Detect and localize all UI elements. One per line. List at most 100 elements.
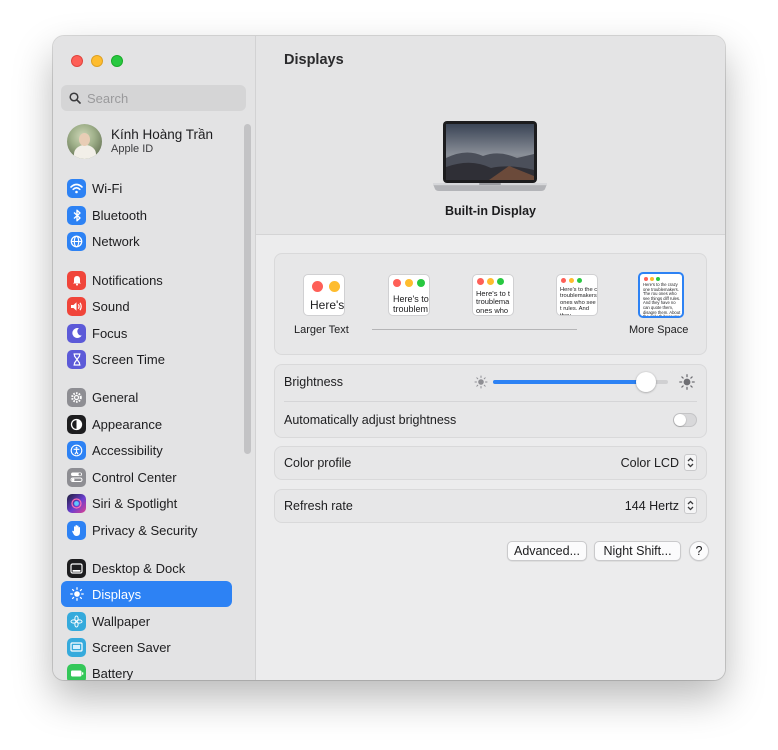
minimize-window-button[interactable]: [91, 55, 103, 67]
sidebar-item-label: Bluetooth: [92, 207, 147, 223]
sidebar-item-desktop-dock[interactable]: Desktop & Dock: [61, 555, 232, 581]
sidebar: Kính Hoàng Trần Apple ID Wi-Fi Bluetooth: [53, 36, 256, 680]
sidebar-scrollbar[interactable]: [244, 124, 251, 454]
resolution-sample-text: Here's: [310, 298, 345, 312]
brightness-slider[interactable]: [493, 372, 668, 392]
chevron-updown-icon: [684, 497, 697, 514]
sidebar-item-label: Privacy & Security: [92, 522, 198, 538]
resolution-option-5-selected[interactable]: Here's to the crazy one troublemakers. T…: [638, 272, 684, 318]
bell-icon: [67, 270, 86, 290]
resolution-sample-text: Here's to troublem: [393, 294, 429, 314]
account-name: Kính Hoàng Trần: [111, 126, 214, 142]
zoom-window-button[interactable]: [111, 55, 123, 67]
sidebar-item-label: Network: [92, 233, 140, 249]
search-input[interactable]: [87, 90, 237, 106]
resolution-option-1[interactable]: Here's: [303, 274, 345, 316]
laptop-display-image[interactable]: [431, 120, 549, 196]
sun-low-icon: [474, 375, 488, 389]
resolution-track: [372, 329, 577, 330]
sun-icon: [67, 585, 86, 604]
sidebar-item-wifi[interactable]: Wi-Fi: [61, 175, 232, 201]
sidebar-item-label: Accessibility: [92, 442, 163, 458]
hand-icon: [67, 520, 86, 540]
search-field[interactable]: [61, 85, 246, 111]
sidebar-item-label: General: [92, 389, 139, 405]
window-controls: [71, 55, 123, 67]
help-button[interactable]: ?: [689, 541, 709, 561]
accessibility-icon: [67, 440, 86, 460]
sidebar-item-label: Screen Saver: [92, 639, 171, 655]
sidebar-item-screen-time[interactable]: Screen Time: [61, 346, 232, 372]
sidebar-item-label: Focus: [92, 325, 128, 341]
appearance-icon: [67, 414, 86, 434]
gear-icon: [67, 387, 86, 407]
sidebar-item-focus[interactable]: Focus: [61, 320, 232, 346]
apple-id-account[interactable]: Kính Hoàng Trần Apple ID: [67, 124, 213, 159]
dock-icon: [67, 558, 86, 578]
color-profile-value: Color LCD: [620, 455, 679, 470]
auto-brightness-label: Automatically adjust brightness: [284, 413, 457, 427]
sidebar-item-battery[interactable]: Battery: [61, 660, 232, 680]
more-space-label: More Space: [629, 324, 689, 336]
sidebar-item-network[interactable]: Network: [61, 228, 232, 254]
resolution-option-2[interactable]: Here's to troublem: [388, 274, 430, 316]
sidebar-item-siri-spotlight[interactable]: Siri & Spotlight: [61, 490, 232, 516]
siri-icon: [67, 493, 86, 513]
search-icon: [69, 92, 81, 104]
sidebar-item-label: Sound: [92, 298, 130, 314]
hourglass-icon: [67, 349, 86, 369]
sidebar-item-privacy-security[interactable]: Privacy & Security: [61, 517, 232, 543]
resolution-option-3[interactable]: Here's to t troublema ones who: [472, 274, 514, 316]
larger-text-label: Larger Text: [294, 324, 349, 336]
screen-saver-icon: [67, 637, 86, 657]
sidebar-item-bluetooth[interactable]: Bluetooth: [61, 202, 232, 228]
sidebar-item-label: Battery: [92, 665, 134, 681]
refresh-rate-label: Refresh rate: [284, 499, 353, 513]
resolution-sample-text: Here's to the crazy one troublemakers. T…: [643, 282, 681, 318]
sidebar-item-control-center[interactable]: Control Center: [61, 464, 232, 490]
close-window-button[interactable]: [71, 55, 83, 67]
sidebar-item-appearance[interactable]: Appearance: [61, 411, 232, 437]
resolution-sample-text: Here's to t troublema ones who: [476, 289, 510, 315]
auto-brightness-toggle[interactable]: [673, 413, 697, 427]
brightness-slider-knob[interactable]: [635, 372, 656, 392]
sidebar-item-wallpaper[interactable]: Wallpaper: [61, 608, 232, 634]
resolution-option-4[interactable]: Here's to the c troublemakers. ones who …: [556, 274, 598, 316]
system-settings-window: Kính Hoàng Trần Apple ID Wi-Fi Bluetooth: [53, 36, 725, 680]
sidebar-item-label: Siri & Spotlight: [92, 495, 178, 511]
sidebar-item-notifications[interactable]: Notifications: [61, 267, 232, 293]
sidebar-item-label: Notifications: [92, 272, 163, 288]
wifi-icon: [67, 178, 86, 198]
brightness-label: Brightness: [284, 375, 344, 389]
moon-icon: [67, 323, 86, 343]
sidebar-item-general[interactable]: General: [61, 384, 232, 410]
avatar: [67, 124, 102, 159]
night-shift-button[interactable]: Night Shift...: [594, 541, 681, 561]
sidebar-item-displays[interactable]: Displays: [61, 581, 232, 607]
sun-high-icon: [679, 374, 695, 390]
display-name: Built-in Display: [445, 204, 536, 218]
main-pane: Built-in Display Displays Here's Here's …: [256, 36, 725, 680]
brightness-slider-fill: [493, 380, 646, 384]
flower-icon: [67, 611, 86, 631]
sidebar-item-label: Displays: [92, 586, 142, 602]
toggles-icon: [67, 467, 86, 487]
sidebar-item-label: Wallpaper: [92, 613, 151, 629]
sidebar-item-screen-saver[interactable]: Screen Saver: [61, 634, 232, 660]
globe-icon: [67, 231, 86, 251]
sidebar-item-label: Desktop & Dock: [92, 560, 186, 576]
sidebar-item-label: Screen Time: [92, 351, 165, 367]
refresh-rate-value: 144 Hertz: [624, 498, 679, 513]
row-divider: [284, 401, 697, 402]
sidebar-item-sound[interactable]: Sound: [61, 293, 232, 319]
refresh-rate-popup[interactable]: 144 Hertz: [625, 497, 697, 514]
page-title: Displays: [284, 52, 344, 68]
advanced-button[interactable]: Advanced...: [507, 541, 587, 561]
sidebar-item-label: Appearance: [92, 416, 163, 432]
color-profile-popup[interactable]: Color LCD: [621, 454, 697, 471]
bluetooth-icon: [67, 205, 86, 225]
sidebar-item-label: Control Center: [92, 469, 177, 485]
account-subtitle: Apple ID: [111, 142, 154, 155]
color-profile-label: Color profile: [284, 456, 352, 470]
sidebar-item-accessibility[interactable]: Accessibility: [61, 437, 232, 463]
